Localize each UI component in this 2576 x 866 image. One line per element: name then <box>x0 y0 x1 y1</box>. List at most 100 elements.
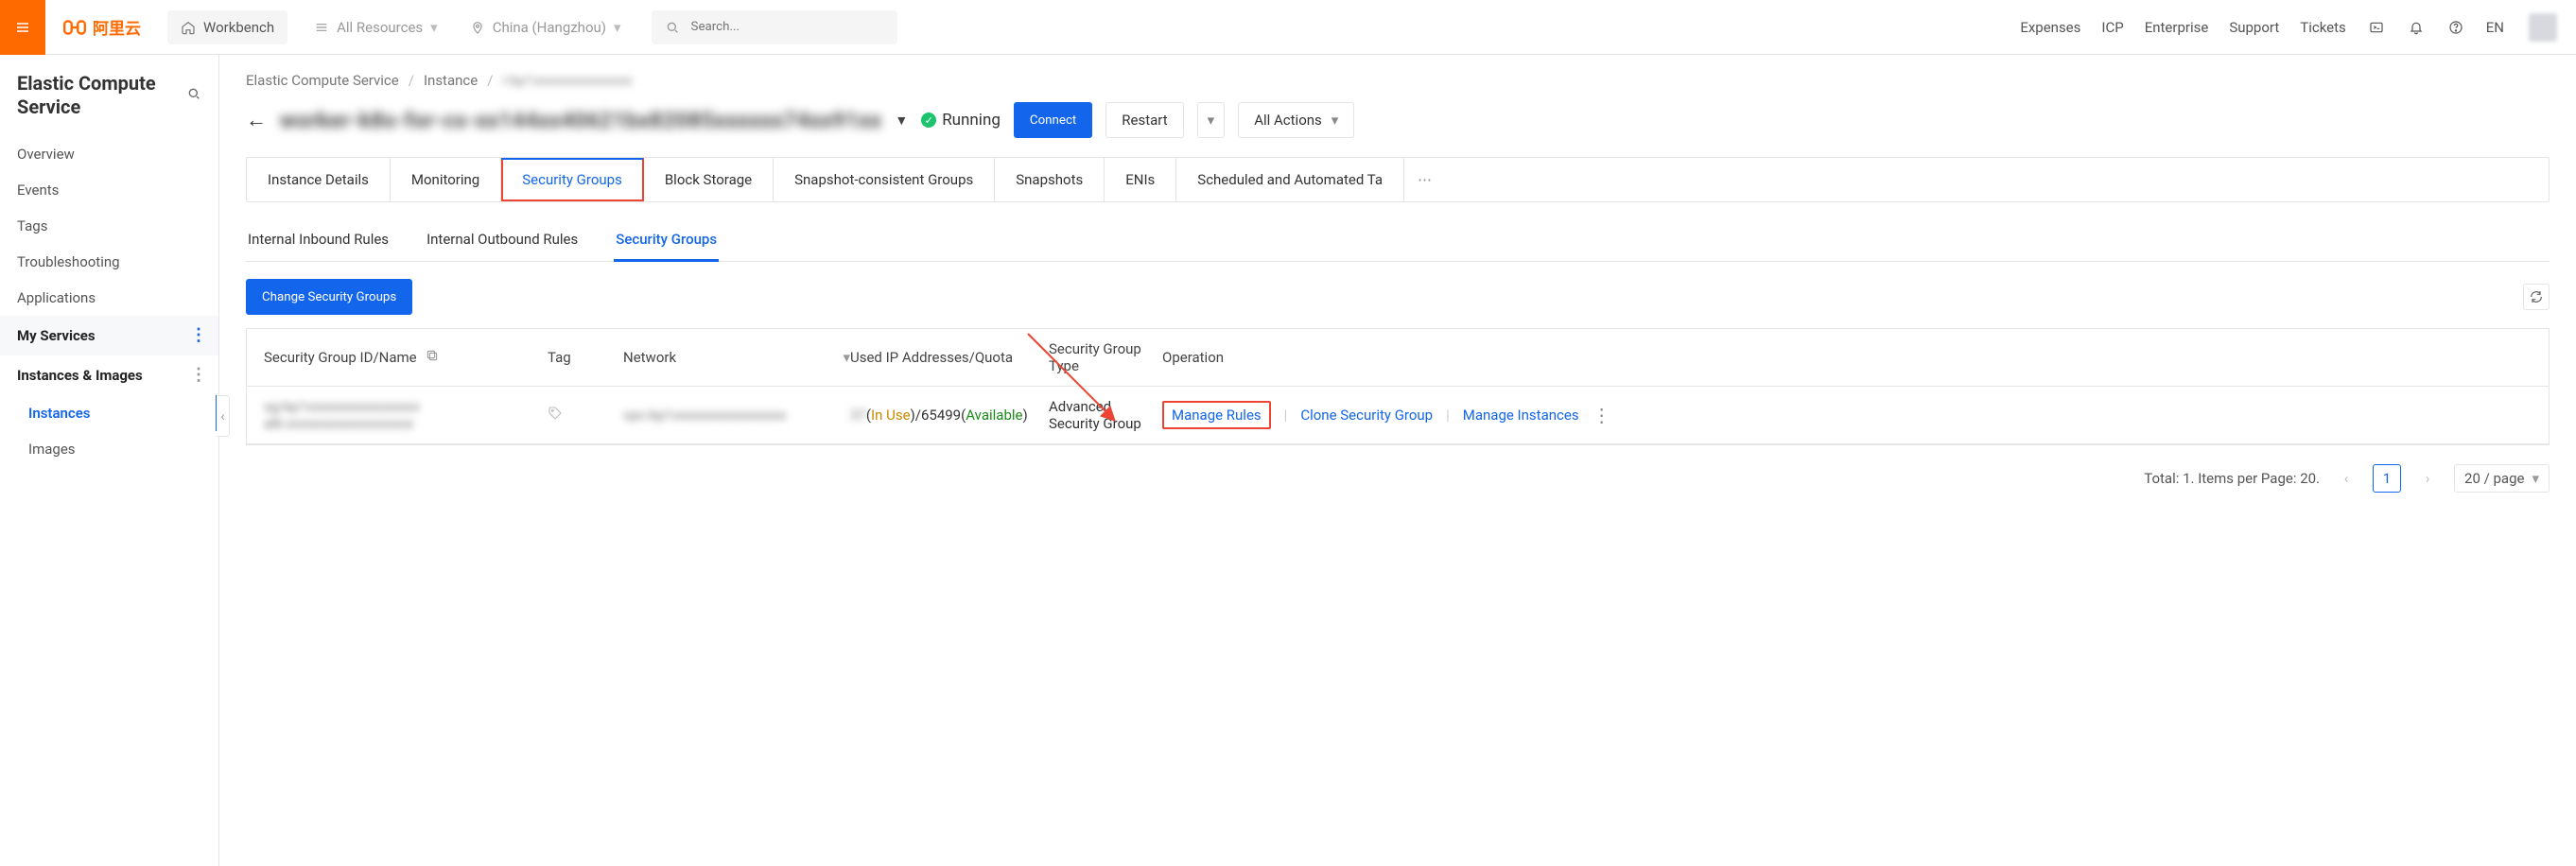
help-icon[interactable] <box>2446 18 2465 37</box>
refresh-icon <box>2529 289 2544 304</box>
user-avatar[interactable] <box>2529 13 2557 42</box>
sidebar-section-my-services[interactable]: My Services ⋮ <box>0 316 218 355</box>
alicloud-icon <box>62 15 87 40</box>
bell-icon[interactable] <box>2407 18 2426 37</box>
ip-quota: 37(In Use)/65499(Available) <box>850 407 1049 424</box>
more-icon[interactable]: ⋮ <box>190 327 207 344</box>
crumb-instance[interactable]: Instance <box>424 72 478 89</box>
pin-icon <box>470 20 485 35</box>
change-security-groups-button[interactable]: Change Security Groups <box>246 279 412 315</box>
tab-snapshots[interactable]: Snapshots <box>995 158 1105 201</box>
row-more-icon[interactable]: ⋮ <box>1593 404 1611 426</box>
search-input[interactable] <box>689 19 884 35</box>
nav-icp[interactable]: ICP <box>2101 19 2123 36</box>
status-label: Running <box>942 111 1001 130</box>
tab-instance-details[interactable]: Instance Details <box>247 158 391 201</box>
restart-dropdown[interactable]: ▾ <box>1197 102 1226 138</box>
pager-size-select[interactable]: 20 / page ▾ <box>2454 464 2550 493</box>
lang-switch[interactable]: EN <box>2486 19 2504 36</box>
more-icon[interactable]: ⋮ <box>190 367 207 384</box>
sidebar-item-tags[interactable]: Tags <box>0 208 218 244</box>
col-tag: Tag <box>548 349 571 366</box>
filter-icon[interactable]: ▾ <box>843 349 850 366</box>
col-sg-type: Security Group Type <box>1049 340 1162 374</box>
pager-prev[interactable]: ‹ <box>2333 465 2359 492</box>
tab-enis[interactable]: ENIs <box>1105 158 1176 201</box>
breadcrumb: Elastic Compute Service / Instance / i-b… <box>246 72 2550 89</box>
tabs-overflow-icon[interactable]: ⋯ <box>1404 158 1445 201</box>
table-row: sg-bp1xxxxxxxxxxxxxxxx alb-xxxxxxxxxxxxx… <box>247 387 2549 444</box>
region-label: China (Hangzhou) <box>493 19 606 36</box>
chevron-down-icon: ▾ <box>2532 470 2539 487</box>
sidebar-item-images[interactable]: Images <box>0 431 218 467</box>
brand-text: 阿里云 <box>93 15 141 39</box>
status-ok-icon: ✓ <box>921 113 936 128</box>
sidebar-instances-images-label: Instances & Images <box>17 367 143 384</box>
network-vpc[interactable]: vpc-bp1xxxxxxxxxxxxxxxx <box>623 407 850 424</box>
all-resources-dropdown[interactable]: All Resources ▾ <box>301 10 451 44</box>
manage-instances-link[interactable]: Manage Instances <box>1463 407 1579 424</box>
all-resources-label: All Resources <box>337 19 423 36</box>
cloudshell-icon[interactable] <box>2367 18 2386 37</box>
pager-summary: Total: 1. Items per Page: 20. <box>2144 470 2320 487</box>
tab-monitoring[interactable]: Monitoring <box>391 158 501 201</box>
sidebar-section-instances-images[interactable]: Instances & Images ⋮ <box>0 355 218 395</box>
subtab-inbound-rules[interactable]: Internal Inbound Rules <box>246 221 391 261</box>
tab-snapshot-groups[interactable]: Snapshot-consistent Groups <box>774 158 995 201</box>
sidebar-item-applications[interactable]: Applications <box>0 280 218 316</box>
sidebar-title: Elastic Compute Service <box>17 72 186 119</box>
crumb-instance-id: i-bp1xxxxxxxxxxxxxx <box>502 72 632 89</box>
copy-icon[interactable] <box>425 348 440 367</box>
tab-security-groups[interactable]: Security Groups <box>501 158 644 201</box>
instance-name-dropdown-icon[interactable]: ▼ <box>895 113 908 129</box>
tag-icon[interactable] <box>548 407 563 424</box>
refresh-button[interactable] <box>2523 284 2550 310</box>
stack-icon <box>314 20 329 35</box>
tab-block-storage[interactable]: Block Storage <box>644 158 774 201</box>
global-search[interactable] <box>652 10 897 44</box>
sg-id[interactable]: sg-bp1xxxxxxxxxxxxxxxx <box>264 398 548 415</box>
nav-tickets[interactable]: Tickets <box>2300 19 2346 36</box>
clone-security-group-link[interactable]: Clone Security Group <box>1300 407 1433 424</box>
subtab-outbound-rules[interactable]: Internal Outbound Rules <box>425 221 580 261</box>
instance-name: worker-k8s-for-cs-xx144xx40621bx82085xxx… <box>280 108 881 133</box>
nav-hamburger[interactable] <box>0 0 45 55</box>
table-header: Security Group ID/Name Tag Network ▾ Use… <box>247 328 2549 387</box>
sidebar-item-instances[interactable]: Instances <box>0 395 218 431</box>
nav-expenses[interactable]: Expenses <box>2020 19 2080 36</box>
manage-rules-link[interactable]: Manage Rules <box>1162 401 1271 429</box>
pager-size-label: 20 / page <box>2464 470 2524 487</box>
sidebar-item-events[interactable]: Events <box>0 172 218 208</box>
restart-button[interactable]: Restart <box>1105 102 1183 138</box>
workbench-label: Workbench <box>203 19 274 36</box>
col-ip-quota: Used IP Addresses/Quota <box>850 349 1013 366</box>
crumb-ecs[interactable]: Elastic Compute Service <box>246 72 399 89</box>
pager-next[interactable]: › <box>2414 465 2441 492</box>
instance-status: ✓ Running <box>921 111 1001 130</box>
chevron-down-icon: ▾ <box>614 19 621 36</box>
connect-button[interactable]: Connect <box>1014 102 1092 138</box>
chevron-down-icon: ▾ <box>430 19 438 36</box>
sg-name: alb-xxxxxxxxxxxxxxxxxx <box>264 415 548 432</box>
sidebar-item-overview[interactable]: Overview <box>0 136 218 172</box>
col-operation: Operation <box>1162 349 1224 366</box>
back-arrow-icon[interactable]: ← <box>246 108 267 132</box>
sidebar-my-services-label: My Services <box>17 327 96 344</box>
tab-scheduled-tasks[interactable]: Scheduled and Automated Ta <box>1176 158 1404 201</box>
brand-logo[interactable]: 阿里云 <box>45 15 158 40</box>
nav-enterprise[interactable]: Enterprise <box>2145 19 2209 36</box>
col-network: Network <box>623 349 676 366</box>
subtab-security-groups[interactable]: Security Groups <box>614 221 719 261</box>
sg-type: Advanced Security Group <box>1049 398 1162 432</box>
chevron-down-icon: ▾ <box>1208 112 1215 129</box>
sidebar-search-icon[interactable] <box>186 86 201 105</box>
all-actions-label: All Actions <box>1254 112 1322 129</box>
workbench-button[interactable]: Workbench <box>167 10 287 44</box>
home-icon <box>181 20 196 35</box>
all-actions-button[interactable]: All Actions ▾ <box>1238 102 1354 138</box>
col-sg-id: Security Group ID/Name <box>264 349 417 366</box>
pager-page-1[interactable]: 1 <box>2373 464 2401 493</box>
region-dropdown[interactable]: China (Hangzhou) ▾ <box>457 10 635 44</box>
nav-support[interactable]: Support <box>2229 19 2279 36</box>
sidebar-item-troubleshooting[interactable]: Troubleshooting <box>0 244 218 280</box>
